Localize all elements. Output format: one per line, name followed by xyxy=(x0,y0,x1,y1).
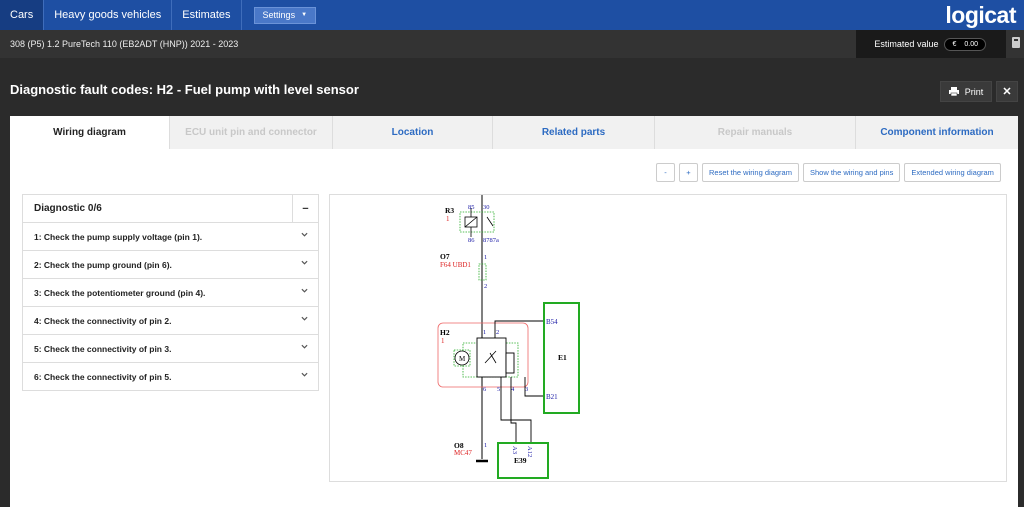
tab-bar: Wiring diagram ECU unit pin and connecto… xyxy=(10,116,1018,149)
nav-estimates[interactable]: Estimates xyxy=(172,0,242,30)
e1-label: E1 xyxy=(558,353,567,362)
tab-related-parts[interactable]: Related parts xyxy=(493,116,655,149)
step-label: 3: Check the potentiometer ground (pin 4… xyxy=(34,287,206,298)
estimated-value-label: Estimated value xyxy=(874,39,939,49)
diagnostic-step[interactable]: 3: Check the potentiometer ground (pin 4… xyxy=(23,279,318,307)
h2-label: H2 xyxy=(440,328,450,337)
chevron-down-icon xyxy=(301,288,308,293)
step-label: 2: Check the pump ground (pin 6). xyxy=(34,259,172,270)
e39-label: E39 xyxy=(514,456,527,465)
o7-sublabel: F64 UBD1 xyxy=(440,261,471,269)
tab-location[interactable]: Location xyxy=(333,116,493,149)
logo: logicat xyxy=(945,2,1016,28)
main-panel: Wiring diagram ECU unit pin and connecto… xyxy=(10,116,1018,507)
printer-icon xyxy=(948,87,959,96)
r3-pin-30: 30 xyxy=(483,204,490,211)
h2-pin-1: 1 xyxy=(483,329,486,336)
vehicle-description: 308 (P5) 1.2 PureTech 110 (EB2ADT (HNP))… xyxy=(10,39,239,49)
page-title: Diagnostic fault codes: H2 - Fuel pump w… xyxy=(10,82,359,97)
settings-label: Settings xyxy=(262,10,296,20)
top-navigation: Cars Heavy goods vehicles Estimates Sett… xyxy=(0,0,1024,30)
r3-pin-87: 8787a xyxy=(483,237,499,244)
h2-number: 1 xyxy=(441,337,445,345)
caret-down-icon: ▼ xyxy=(301,12,308,18)
tab-component-information[interactable]: Component information xyxy=(856,116,1018,149)
e39-pin-a12: A12 xyxy=(526,446,533,457)
wiring-diagram: R3 1 85 30 86 8787a O7 F64 UBD1 1 2 M H2… xyxy=(437,195,580,479)
e39-pin-a3: A3 xyxy=(511,446,518,454)
diagnostic-header: Diagnostic 0/6 − xyxy=(23,195,318,223)
reset-diagram-button[interactable]: Reset the wiring diagram xyxy=(702,163,799,182)
chevron-down-icon xyxy=(301,372,308,377)
collapse-button[interactable]: − xyxy=(292,195,318,222)
settings-dropdown[interactable]: Settings ▼ xyxy=(253,6,317,24)
e1-pin-b21: B21 xyxy=(546,393,558,401)
diagnostic-step[interactable]: 1: Check the pump supply voltage (pin 1)… xyxy=(23,223,318,251)
nav-heavy-goods-vehicles[interactable]: Heavy goods vehicles xyxy=(44,0,173,30)
tab-repair-manuals[interactable]: Repair manuals xyxy=(655,116,856,149)
diagnostic-step[interactable]: 4: Check the connectivity of pin 2. xyxy=(23,307,318,335)
motor-symbol: M xyxy=(459,355,466,363)
estimated-value-box: Estimated value € 0.00 xyxy=(856,30,1006,58)
o8-pin-1: 1 xyxy=(484,442,487,449)
chevron-down-icon xyxy=(301,260,308,265)
step-label: 4: Check the connectivity of pin 2. xyxy=(34,315,172,326)
chevron-down-icon xyxy=(301,344,308,349)
diagram-toolbar: - + Reset the wiring diagram Show the wi… xyxy=(656,163,1001,182)
e1-pin-b54: B54 xyxy=(546,318,558,326)
step-label: 5: Check the connectivity of pin 3. xyxy=(34,343,172,354)
o7-pin-2: 2 xyxy=(484,283,487,290)
estimated-value-amount: 0.00 xyxy=(964,40,978,48)
step-label: 6: Check the connectivity of pin 5. xyxy=(34,372,172,382)
h2-pin-5: 5 xyxy=(497,386,500,393)
diagnostic-step[interactable]: 5: Check the connectivity of pin 3. xyxy=(23,335,318,363)
zoom-in-button[interactable]: + xyxy=(679,163,698,182)
diagnostic-panel: Diagnostic 0/6 − 1: Check the pump suppl… xyxy=(22,194,319,391)
close-button[interactable]: ✕ xyxy=(996,81,1018,102)
estimated-value-badge: € 0.00 xyxy=(944,37,986,51)
h2-pin-3: 3 xyxy=(525,386,528,393)
show-wiring-button[interactable]: Show the wiring and pins xyxy=(802,163,901,182)
wiring-diagram-canvas[interactable]: R3 1 85 30 86 8787a O7 F64 UBD1 1 2 M H2… xyxy=(329,194,1007,482)
o7-pin-1: 1 xyxy=(484,254,487,261)
diagnostic-title: Diagnostic 0/6 xyxy=(34,203,102,214)
r3-label: R3 xyxy=(445,206,454,215)
h2-pin-2: 2 xyxy=(496,329,499,336)
o7-label: O7 xyxy=(440,252,450,261)
print-label: Print xyxy=(964,86,984,97)
r3-pin-85: 85 xyxy=(468,204,475,211)
calculator-icon[interactable] xyxy=(1012,37,1020,48)
currency-symbol: € xyxy=(952,40,957,48)
diagnostic-step[interactable]: 2: Check the pump ground (pin 6). xyxy=(23,251,318,279)
o8-sublabel: MC47 xyxy=(454,449,472,457)
nav-cars[interactable]: Cars xyxy=(0,0,45,30)
tab-ecu-unit-pin[interactable]: ECU unit pin and connector xyxy=(170,116,333,149)
r3-pin-86: 86 xyxy=(468,237,475,244)
zoom-out-button[interactable]: - xyxy=(656,163,675,182)
print-button[interactable]: Print xyxy=(940,81,992,102)
step-label: 1: Check the pump supply voltage (pin 1)… xyxy=(34,231,203,242)
extended-diagram-button[interactable]: Extended wiring diagram xyxy=(904,163,1001,182)
tab-wiring-diagram[interactable]: Wiring diagram xyxy=(10,116,170,149)
diagnostic-step[interactable]: 6: Check the connectivity of pin 5. xyxy=(23,363,318,391)
r3-number: 1 xyxy=(446,215,450,223)
chevron-down-icon xyxy=(301,232,308,237)
chevron-down-icon xyxy=(301,316,308,321)
